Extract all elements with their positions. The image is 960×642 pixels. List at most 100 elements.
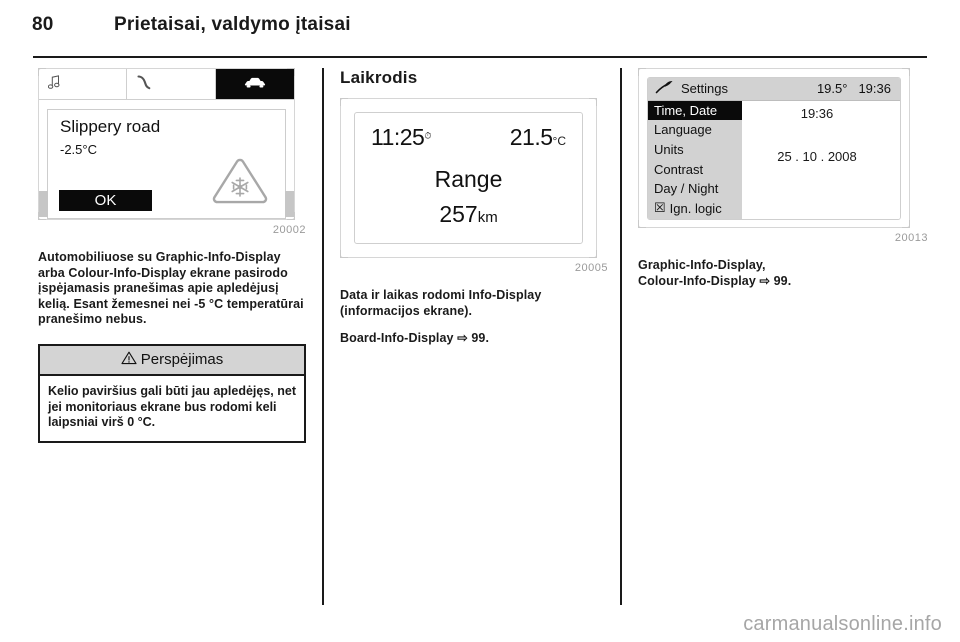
warning-title: Perspėjimas <box>140 351 224 369</box>
car-icon <box>244 76 266 93</box>
menu-item-language[interactable]: Language <box>648 120 742 140</box>
menu-item-label: Units <box>654 141 684 157</box>
settings-values-pane: 19:36 25 . 10 . 2008 <box>742 100 900 219</box>
column1-paragraph: Automobiliuose su Graphic-Info-Display a… <box>38 250 304 327</box>
page-number: 80 <box>32 14 54 35</box>
checkbox-checked-icon[interactable]: ☒ <box>654 200 666 216</box>
corner-mark <box>38 68 46 76</box>
message-card: Slippery road -2.5°C OK <box>47 109 286 219</box>
settings-title-group: Settings <box>655 80 728 97</box>
range-readout: 257km <box>355 201 582 228</box>
corner-mark <box>287 68 295 76</box>
corner-mark <box>589 98 597 106</box>
tab-audio[interactable] <box>39 69 128 99</box>
display-inner: 11:25⏱ 21.5°C Range 257km <box>354 112 583 244</box>
corner-mark <box>638 220 646 228</box>
warning-header: Perspėjimas <box>40 345 304 374</box>
settings-wrench-icon <box>655 80 674 97</box>
ok-button[interactable]: OK <box>59 190 152 211</box>
cross-reference-page: 99. <box>773 273 792 288</box>
menu-item-ign-logic[interactable]: ☒ Ign. logic <box>648 198 742 218</box>
figure-caption: 20013 <box>894 232 928 244</box>
corner-mark <box>589 250 597 258</box>
settings-title-bar: Settings 19.5° 19:36 <box>648 77 900 101</box>
figure-caption: 20005 <box>574 262 608 274</box>
display-status-row: 11:25⏱ 21.5°C <box>355 124 582 151</box>
menu-item-time-date[interactable]: Time, Date <box>648 100 742 121</box>
tab-vehicle[interactable] <box>215 69 294 99</box>
display-bezel-left <box>39 191 48 217</box>
outside-temperature: 21.5 <box>509 124 553 150</box>
range-value: 257 <box>439 201 478 227</box>
cross-reference-arrow-icon: ⇨ <box>457 331 468 346</box>
column-1: Slippery road -2.5°C OK 20002 Automobili… <box>38 68 306 443</box>
phone-handset-icon <box>136 74 152 94</box>
menu-item-label: Language <box>654 122 712 138</box>
figure-slippery-road: Slippery road -2.5°C OK 20002 <box>38 68 306 236</box>
page-header: 80 Prietaisai, valdymo įtaisai <box>32 14 928 42</box>
tab-phone[interactable] <box>127 69 216 99</box>
section-heading-clock: Laikrodis <box>340 68 418 87</box>
watermark: carmanualsonline.info <box>743 613 942 635</box>
menu-item-label: Contrast <box>654 161 704 177</box>
menu-item-label: Day / Night <box>654 181 719 197</box>
cross-reference-arrow-icon: ⇨ <box>759 273 771 288</box>
column-3: Settings 19.5° 19:36 Time, Date Language… <box>638 68 928 289</box>
column-divider-2 <box>620 68 622 605</box>
figure-settings-menu: Settings 19.5° 19:36 Time, Date Language… <box>638 68 928 244</box>
corner-mark <box>638 68 646 76</box>
cross-reference-label: Board-Info-Display <box>340 331 454 346</box>
clock-readout: 11:25⏱ <box>371 124 431 151</box>
figure-caption: 20002 <box>272 224 306 236</box>
menu-item-label: Ign. logic <box>669 200 722 216</box>
cross-reference-label: Colour-Info-Display <box>638 273 756 288</box>
settings-time: 19:36 <box>858 81 891 96</box>
menu-item-day-night[interactable]: Day / Night <box>648 179 742 199</box>
message-temperature: -2.5°C <box>60 142 97 157</box>
settings-title: Settings <box>681 81 728 96</box>
clock-time: 11:25 <box>371 124 425 150</box>
corner-mark <box>340 98 348 106</box>
range-label: Range <box>434 166 503 192</box>
column2-paragraph-2: Board-Info-Display ⇨ 99. <box>340 331 608 347</box>
column2-paragraph-1: Data ir laikas rodomi Info-Display (info… <box>340 288 542 318</box>
display-inner: Settings 19.5° 19:36 Time, Date Language… <box>647 76 901 220</box>
display-tab-bar <box>39 69 294 100</box>
warning-body: Kelio paviršius gali būti jau apledėjęs,… <box>40 373 304 441</box>
menu-item-units[interactable]: Units <box>648 140 742 160</box>
corner-mark <box>902 68 910 76</box>
corner-mark <box>340 250 348 258</box>
manual-page: 80 Prietaisai, valdymo įtaisai Slippery … <box>0 0 960 642</box>
display-bezel-right <box>285 191 294 217</box>
temperature-unit: °C <box>552 134 566 148</box>
settings-display-screen: Settings 19.5° 19:36 Time, Date Language… <box>638 68 910 228</box>
menu-item-contrast[interactable]: Contrast <box>648 159 742 179</box>
display-body: Slippery road -2.5°C OK <box>39 100 294 221</box>
cross-reference-line-1: Graphic-Info-Display, <box>638 258 766 272</box>
range-unit: km <box>477 209 498 226</box>
warning-triangle-icon <box>121 351 137 369</box>
settings-status-group: 19.5° 19:36 <box>817 81 891 96</box>
value-date: 25 . 10 . 2008 <box>777 148 857 164</box>
column-2: Laikrodis 11:25⏱ 21.5°C Range 257km 2000… <box>340 68 608 347</box>
info-display-screen: Slippery road -2.5°C OK <box>38 68 295 220</box>
settings-body: Time, Date Language Units Contrast Day /… <box>648 100 900 219</box>
corner-mark <box>902 220 910 228</box>
column-divider-1 <box>322 68 324 605</box>
board-info-display-screen: 11:25⏱ 21.5°C Range 257km <box>340 98 597 258</box>
header-divider <box>33 56 927 58</box>
snowflake-warning-triangle-icon <box>209 155 271 212</box>
value-time: 19:36 <box>800 105 834 121</box>
temperature-readout: 21.5°C <box>510 124 566 151</box>
settings-temperature: 19.5° <box>816 81 848 96</box>
message-title: Slippery road <box>60 117 161 136</box>
music-note-icon <box>47 74 61 94</box>
cross-reference-page: 99. <box>471 331 490 346</box>
rds-clock-icon: ⏱ <box>424 130 432 141</box>
settings-menu-list: Time, Date Language Units Contrast Day /… <box>648 100 742 219</box>
page-title: Prietaisai, valdymo įtaisai <box>114 14 351 35</box>
column3-paragraph: Graphic-Info-Display, Colour-Info-Displa… <box>638 258 928 289</box>
menu-item-label: Time, Date <box>654 102 718 118</box>
warning-box: Perspėjimas Kelio paviršius gali būti ja… <box>38 343 306 443</box>
figure-clock-display: 11:25⏱ 21.5°C Range 257km 20005 <box>340 98 608 274</box>
